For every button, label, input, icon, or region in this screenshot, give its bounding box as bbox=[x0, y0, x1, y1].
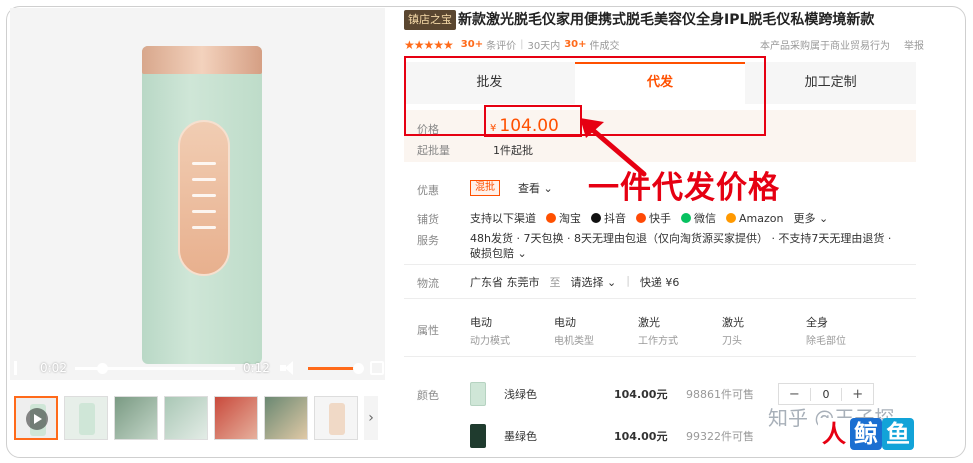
promo-more-link[interactable]: 查看 ⌄ bbox=[518, 180, 553, 196]
thumbnail-video[interactable] bbox=[14, 396, 58, 440]
increment-button[interactable]: + bbox=[842, 387, 873, 402]
channel-wechat[interactable]: 微信 bbox=[681, 210, 716, 226]
attribute-item: 电动 电机类型 bbox=[554, 316, 594, 347]
volume-icon[interactable] bbox=[279, 361, 298, 375]
video-progress-bar[interactable] bbox=[74, 362, 235, 374]
shop-badge: 镇店之宝 bbox=[404, 10, 456, 30]
channel-amazon[interactable]: Amazon bbox=[726, 212, 783, 225]
wechat-icon bbox=[681, 213, 691, 223]
douyin-icon bbox=[591, 213, 601, 223]
moq-label: 起批量 bbox=[417, 144, 450, 157]
thumbnail-7[interactable] bbox=[314, 396, 358, 440]
logistics-label: 物流 bbox=[417, 277, 439, 290]
logistics-origin: 广东省 东莞市 bbox=[470, 276, 540, 289]
price-label: 价格 bbox=[417, 123, 439, 136]
play-icon bbox=[26, 408, 48, 430]
thumbnail-strip: › bbox=[14, 394, 384, 442]
attributes-label: 属性 bbox=[417, 324, 439, 337]
decrement-button[interactable]: − bbox=[779, 387, 810, 402]
sku-stock: 98861件可售 bbox=[686, 388, 754, 401]
progress-knob[interactable] bbox=[97, 362, 109, 374]
current-time: 0:02 bbox=[40, 361, 67, 375]
duration: 0:12 bbox=[242, 361, 270, 375]
thumbnail-2[interactable] bbox=[64, 396, 108, 440]
taobao-icon bbox=[546, 213, 556, 223]
promo-tag: 混批 bbox=[470, 180, 500, 196]
channels-label: 铺货 bbox=[417, 213, 439, 226]
rating-stars: ★★★★★ bbox=[404, 37, 454, 52]
logistics-to: 至 bbox=[549, 276, 561, 289]
device-cap-top bbox=[142, 46, 262, 74]
highlight-box-price bbox=[484, 105, 582, 137]
sku-thumbnail[interactable] bbox=[470, 424, 486, 448]
color-label: 颜色 bbox=[417, 389, 439, 402]
moq-value: 1件起批 bbox=[493, 144, 533, 157]
divider bbox=[404, 356, 916, 357]
kuaishou-icon bbox=[636, 213, 646, 223]
callout-text: 一件代发价格 bbox=[588, 170, 780, 206]
rating-row: ★★★★★ 30+ 条评价 | 30天内 30+ 件成交 本产品采购属于商业贸易… bbox=[404, 37, 924, 53]
sales-period: 30天内 bbox=[527, 41, 561, 52]
sku-price: 104.00元 bbox=[614, 430, 668, 443]
sku-name: 浅绿色 bbox=[504, 388, 537, 401]
services-text: 48h发货 · 7天包换 · 8天无理由包退（仅向淘货源买家提供） · 不支持7… bbox=[470, 232, 892, 260]
sales-label: 件成交 bbox=[589, 41, 620, 52]
watermark-logo: 人 鲸 鱼 bbox=[818, 418, 914, 450]
attribute-item: 全身 除毛部位 bbox=[806, 316, 846, 347]
product-title: 新款激光脱毛仪家用便携式脱毛美容仪全身IPL脱毛仪私模跨境新款 bbox=[458, 12, 875, 28]
logistics-row: 广东省 东莞市 至 请选择 ⌄ | 快递 ¥6 bbox=[470, 274, 680, 290]
review-label[interactable]: 条评价 bbox=[486, 37, 516, 52]
shipping-fee: 快递 ¥6 bbox=[639, 276, 680, 289]
services-label: 服务 bbox=[417, 234, 439, 247]
trade-note: 本产品采购属于商业贸易行为 bbox=[760, 41, 890, 52]
report-link[interactable]: 举报 bbox=[904, 37, 924, 52]
channel-douyin[interactable]: 抖音 bbox=[591, 210, 626, 226]
quantity-input[interactable]: 0 bbox=[809, 387, 843, 401]
thumbnail-6[interactable] bbox=[264, 396, 308, 440]
channels-intro: 支持以下渠道 bbox=[470, 212, 536, 225]
channel-list: 支持以下渠道 淘宝 抖音 快手 微信 Amazon 更多 ⌄ bbox=[470, 210, 828, 226]
attribute-item: 激光 刀头 bbox=[722, 316, 744, 347]
sales-count: 30+ bbox=[564, 39, 587, 50]
fullscreen-icon[interactable] bbox=[369, 361, 384, 375]
sku-thumbnail[interactable] bbox=[470, 382, 486, 406]
sku-stock: 99322件可售 bbox=[686, 430, 754, 443]
chevron-right-icon[interactable]: › bbox=[364, 396, 378, 440]
amazon-icon bbox=[726, 212, 736, 223]
attribute-item: 激光 工作方式 bbox=[638, 316, 678, 347]
volume-slider[interactable] bbox=[307, 362, 364, 374]
channel-taobao[interactable]: 淘宝 bbox=[546, 210, 581, 226]
attributes-list: 电动 动力模式 电动 电机类型 激光 工作方式 激光 刀头 全身 除毛部位 bbox=[470, 314, 890, 347]
thumbnail-5[interactable] bbox=[214, 396, 258, 440]
sku-price: 104.00元 bbox=[614, 388, 668, 401]
product-video[interactable] bbox=[10, 8, 385, 380]
thumbnail-4[interactable] bbox=[164, 396, 208, 440]
divider bbox=[404, 264, 916, 265]
sku-name: 墨绿色 bbox=[504, 430, 537, 443]
channel-kuaishou[interactable]: 快手 bbox=[636, 210, 671, 226]
review-count[interactable]: 30+ bbox=[461, 39, 483, 50]
divider bbox=[404, 298, 916, 299]
device-control-panel bbox=[178, 120, 230, 276]
video-controls: 0:02 0:12 bbox=[10, 354, 385, 382]
thumbnail-3[interactable] bbox=[114, 396, 158, 440]
tab-custom[interactable]: 加工定制 bbox=[745, 62, 916, 104]
pause-icon[interactable] bbox=[14, 361, 26, 375]
destination-select[interactable]: 请选择 ⌄ bbox=[571, 274, 617, 290]
attribute-item: 电动 动力模式 bbox=[470, 316, 510, 347]
promo-label: 优惠 bbox=[417, 184, 439, 197]
channels-more[interactable]: 更多 ⌄ bbox=[793, 210, 828, 226]
